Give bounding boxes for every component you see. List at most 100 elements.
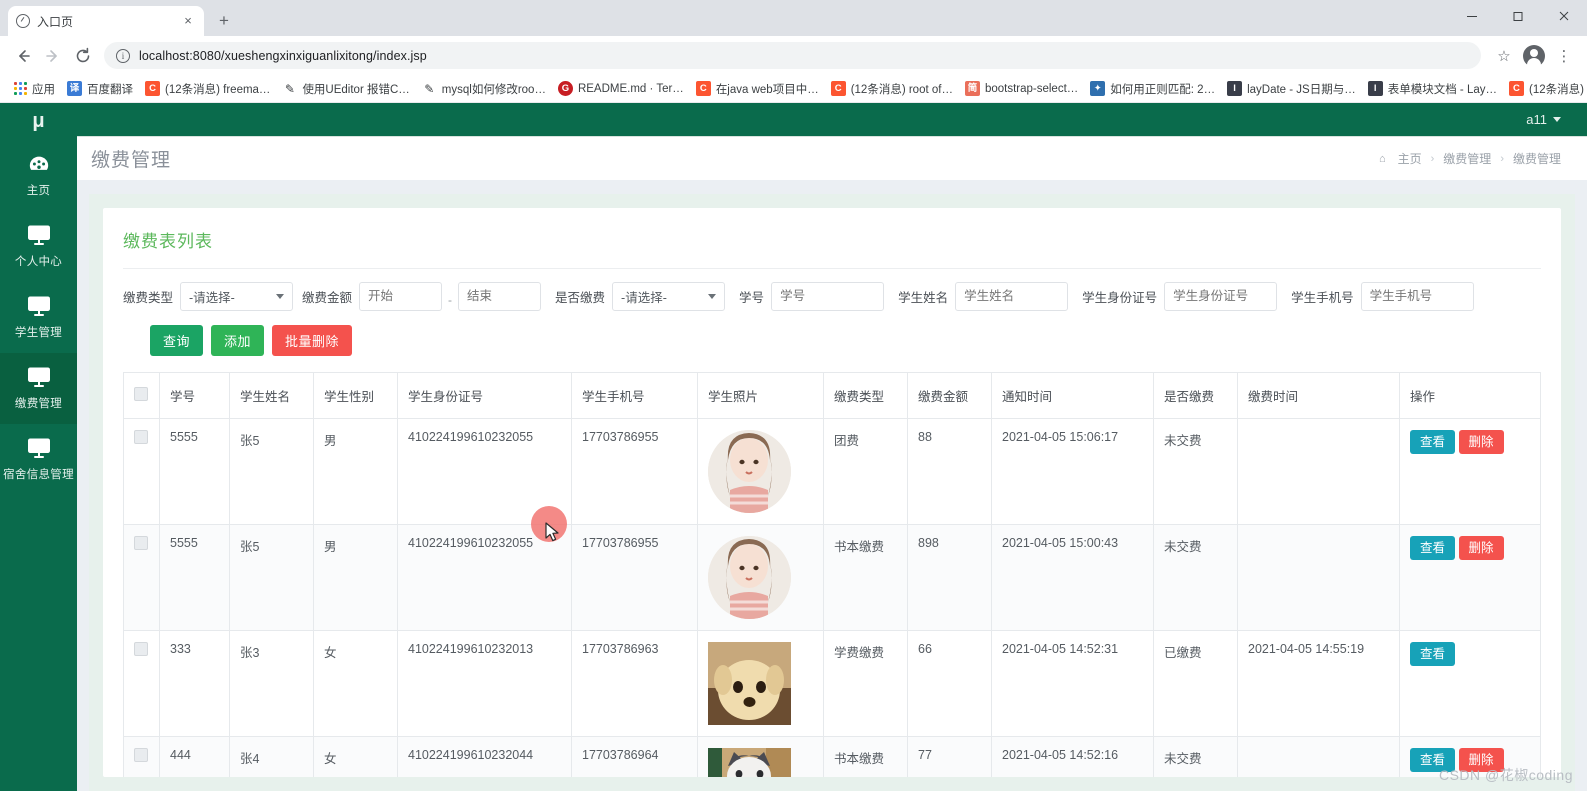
row-checkbox[interactable] [134,747,148,762]
bookmark-item[interactable]: 译百度翻译 [61,78,139,100]
sidebar-item-payment-management[interactable]: 缴费管理 [0,353,77,424]
header-student-gender: 学生性别 [313,371,398,419]
delete-button[interactable]: 删除 [1458,747,1504,773]
forward-icon[interactable] [39,42,67,70]
header-paid-time: 缴费时间 [1237,371,1400,419]
breadcrumb-separator: › [1430,152,1435,165]
monitor-icon [27,296,50,316]
tab-title: 入口页 [37,14,74,29]
cell-student-phone: 17703786963 [571,629,698,737]
bookmark-item[interactable]: 简 bootstrap-select… [959,78,1084,99]
breadcrumb-item-current: 缴费管理 [1512,152,1561,166]
cell-student-name: 张4 [229,735,314,777]
cell-notify-time: 2021-04-05 15:06:17 [991,417,1154,525]
home-icon: ⌂ [1378,152,1386,165]
bookmark-item[interactable]: ✎ mysql如何修改roo… [416,78,552,100]
browser-tab[interactable]: 入口页 × [8,6,204,36]
table-row[interactable]: 5555 张5 男 410224199610232055 17703786955 [123,523,1541,631]
row-checkbox[interactable] [134,535,148,550]
breadcrumb-item-section[interactable]: 缴费管理 [1443,150,1491,167]
table-row[interactable]: 333 张3 女 410224199610232013 17703786963 [123,629,1541,737]
close-window-icon[interactable] [1541,0,1587,32]
range-separator: - [448,292,453,307]
delete-button[interactable]: 删除 [1458,535,1504,561]
cell-student-gender: 男 [313,417,398,525]
filter-label-student-no: 学号 [739,290,765,305]
cell-fee-type: 书本缴费 [823,523,908,631]
bookmark-apps[interactable]: 应用 [8,78,61,100]
reload-icon[interactable] [69,42,97,70]
csdn-icon: C [1508,81,1524,96]
bookmark-item[interactable]: C (12条消息) 关于lay… [1503,78,1587,100]
header-student-name: 学生姓名 [229,371,314,419]
header-fee-type: 缴费类型 [823,371,908,419]
is-paid-select[interactable]: -请选择- [612,281,726,311]
tab-favicon-icon [16,14,30,28]
bookmarks-bar: 应用 译百度翻译 C (12条消息) freema… ✎ 使用UEditor 报错C… [0,75,1587,103]
bookmark-item[interactable]: C (12条消息) freema… [139,78,276,100]
batch-delete-button[interactable]: 批量删除 [272,324,353,356]
browser-menu-icon[interactable]: ⋮ [1550,42,1578,70]
minimize-icon[interactable] [1449,0,1495,32]
new-tab-button[interactable]: + [210,7,238,35]
chevron-down-icon [276,293,285,299]
breadcrumb-item-home[interactable]: 主页 [1398,150,1422,167]
cell-paid-time [1237,735,1400,777]
view-button[interactable]: 查看 [1410,429,1456,455]
cell-fee-type: 团费 [823,417,908,525]
bookmark-item[interactable]: ✎ 使用UEditor 报错C… [276,78,415,100]
student-no-input[interactable] [771,281,885,311]
cell-student-photo [697,417,824,525]
cell-fee-amount: 898 [907,523,992,631]
cell-student-gender: 女 [313,735,398,777]
maximize-icon[interactable] [1495,0,1541,32]
table-row[interactable]: 444 张4 女 410224199610232044 17703786964 [123,735,1541,777]
page-header: 缴费管理 ⌂ 主页 › 缴费管理 › 缴费管理 [77,136,1587,180]
bookmark-item[interactable]: ✦ 如何用正则匹配: 2… [1084,78,1221,100]
sidebar-item-dorm-management[interactable]: 宿舍信息管理 [0,424,77,495]
header-student-phone: 学生手机号 [571,371,698,419]
row-checkbox[interactable] [134,641,148,656]
profile-avatar[interactable] [1520,42,1548,70]
user-menu[interactable]: a11 [1526,112,1561,127]
cell-student-name: 张5 [229,523,314,631]
cell-student-phone: 17703786955 [571,523,698,631]
fee-type-select[interactable]: -请选择- [180,281,294,311]
view-button[interactable]: 查看 [1410,747,1456,773]
cell-paid-time: 2021-04-05 14:55:19 [1237,629,1400,737]
view-button[interactable]: 查看 [1410,641,1456,667]
select-all-checkbox[interactable] [134,386,148,401]
delete-button[interactable]: 删除 [1458,429,1504,455]
cell-select [123,523,160,631]
bookmark-item[interactable]: G README.md · Ter… [552,78,690,99]
fee-amount-start-input[interactable] [359,281,443,311]
address-bar[interactable]: i localhost:8080/xueshengxinxiguanlixito… [104,42,1481,69]
sidebar: μ 主页 个人中心 学生管理 缴费管理 宿舍信息管理 [0,103,77,791]
student-name-input[interactable] [955,281,1069,311]
bookmark-item[interactable]: l layDate - JS日期与… [1221,78,1362,100]
monitor-icon [27,367,50,387]
query-button[interactable]: 查询 [150,324,204,356]
cell-student-idcard: 410224199610232055 [397,417,572,525]
add-button[interactable]: 添加 [211,324,265,356]
bookmark-star-icon[interactable]: ☆ [1490,42,1518,70]
row-checkbox[interactable] [134,429,148,444]
view-button[interactable]: 查看 [1410,535,1456,561]
fee-amount-end-input[interactable] [458,281,542,311]
bookmark-item[interactable]: C 在java web项目中… [690,78,825,100]
bookmark-item[interactable]: C (12条消息) root of… [825,78,959,100]
window-controls [1449,0,1587,36]
student-idcard-input[interactable] [1164,281,1278,311]
site-info-icon[interactable]: i [116,48,130,63]
student-phone-input[interactable] [1360,281,1474,311]
sidebar-item-personal-center[interactable]: 个人中心 [0,211,77,282]
sidebar-item-student-management[interactable]: 学生管理 [0,282,77,353]
header-fee-amount: 缴费金额 [907,371,992,419]
close-icon[interactable]: × [180,13,196,29]
back-icon[interactable] [9,42,37,70]
sidebar-item-home[interactable]: 主页 [0,140,77,211]
table-row[interactable]: 5555 张5 男 410224199610232055 17703786955 [123,417,1541,525]
bookmark-item[interactable]: l 表单模块文档 - Lay… [1362,78,1503,100]
bookmark-label: 表单模块文档 - Lay… [1387,83,1497,96]
cell-notify-time: 2021-04-05 14:52:31 [991,629,1154,737]
